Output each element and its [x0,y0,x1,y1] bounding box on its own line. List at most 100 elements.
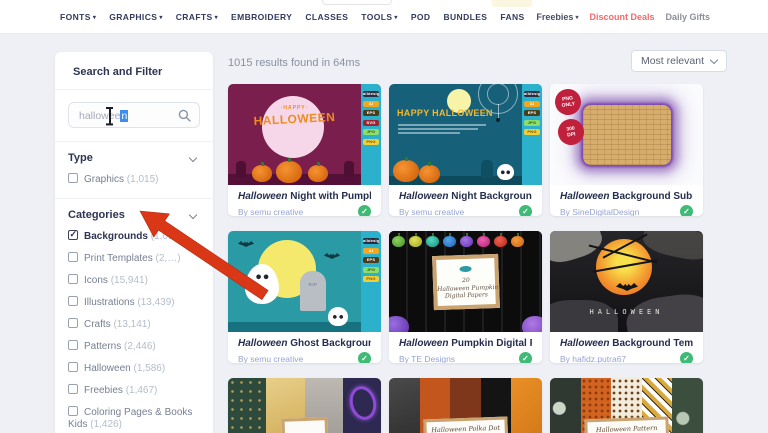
checkbox[interactable] [68,274,78,284]
product-title[interactable]: Halloween Pumpkin Digital Papers [399,338,532,349]
product-thumbnail[interactable]: RIP alldesign AI EPS JPG PNG [228,231,381,332]
product-thumbnail[interactable]: 20 Halloween Pumpkin Digital Papers [389,231,542,332]
thumb-text: HAPPY HALLOWEEN [397,108,493,118]
skull-graphic [328,307,348,326]
thumb-text: Digital Papers [444,290,488,300]
pattern-panel [511,378,542,433]
product-author[interactable]: By TE Designs [399,354,455,364]
product-thumbnail[interactable]: Halloween Polka Dot [389,378,542,433]
product-thumbnail[interactable]: ·HAPPY· HALLOWEEN alldesign AI EPS SVG J… [228,84,381,185]
bat-graphic [324,253,340,259]
nav-daily-gifts[interactable]: Daily Gifts [665,12,710,22]
pumpkin-graphic [426,233,439,247]
nav-classes[interactable]: CLASSES [305,12,348,22]
category-item-crafts[interactable]: Crafts (13,141) [68,318,200,331]
nav-embroidery[interactable]: EMBROIDERY [231,12,292,22]
chevron-down-icon [709,55,719,65]
pumpkin-graphic [460,233,473,247]
sort-dropdown[interactable]: Most relevant [630,50,727,72]
product-thumbnail[interactable]: PNG ONLY 300 DPI [550,84,703,185]
nav-bundles[interactable]: BUNDLES [443,12,487,22]
product-card-partial[interactable]: Halloween Pattern [550,378,703,433]
thumb-label-card [280,417,329,433]
category-item-illustrations[interactable]: Illustrations (13,439) [68,296,200,309]
checkbox[interactable] [68,384,78,394]
product-card[interactable]: RIP alldesign AI EPS JPG PNG Halloween G… [228,231,381,363]
chevron-down-icon[interactable] [188,210,198,220]
format-badge: PNG [363,276,379,282]
type-section-title: Type [68,152,93,164]
pumpkin-graphic [393,157,419,182]
category-item-icons[interactable]: Icons (15,941) [68,274,200,287]
chevron-down-icon[interactable] [188,153,198,163]
product-author[interactable]: By semu creative [238,207,303,217]
product-author[interactable]: By SineDigitalDesign [560,207,639,217]
format-badge: JPG [524,119,540,126]
category-item-coloring-pages[interactable]: Coloring Pages & Books Kids (1,426) [68,406,200,431]
nav-freebies[interactable]: Freebies [536,12,578,22]
categories-section-title: Categories [68,209,125,221]
product-thumbnail[interactable]: HALLOWEEN [550,231,703,332]
product-card-partial[interactable]: Halloween Polka Dot [389,378,542,433]
thumb-label-card: Halloween Polka Dot [422,416,509,433]
type-item-graphics[interactable]: Graphics (1,015) [68,173,200,186]
product-card[interactable]: ·HAPPY· HALLOWEEN alldesign AI EPS SVG J… [228,84,381,216]
search-section: halloween [55,90,213,142]
text-cursor-icon [105,107,114,125]
product-title[interactable]: Halloween Ghost Background [238,338,371,349]
product-card[interactable]: 20 Halloween Pumpkin Digital Papers Hall… [389,231,542,363]
product-thumbnail[interactable] [228,378,381,433]
product-title[interactable]: Halloween Night with Pumpkin [238,191,371,202]
nav-graphics[interactable]: GRAPHICS [109,12,163,22]
nav-pod[interactable]: POD [411,12,431,22]
checkbox[interactable] [68,252,78,262]
search-icon[interactable] [178,109,191,122]
checkbox[interactable] [68,173,78,183]
pumpkin-graphic [494,233,507,247]
product-card-partial[interactable] [228,378,381,433]
collage-panel [228,378,267,433]
category-item-freebies[interactable]: Freebies (1,467) [68,384,200,397]
filter-sidebar: Search and Filter halloween Type Graphic… [55,52,213,433]
checkbox[interactable] [68,340,78,350]
product-author[interactable]: By semu creative [399,207,464,217]
category-item-halloween[interactable]: Halloween (1,586) [68,362,200,375]
product-title[interactable]: Halloween Night Background wit... [399,191,532,202]
product-author[interactable]: By hafidz.putra67 [560,354,626,364]
nav-tools[interactable]: TOOLS [361,12,398,22]
product-title[interactable]: Halloween Background Template [560,338,693,349]
nav-fonts[interactable]: FONTS [60,12,96,22]
search-input[interactable]: halloween [68,102,200,128]
product-thumbnail[interactable]: HAPPY HALLOWEEN alldesign AI EPS JPG PNG [389,84,542,185]
oval-frame-graphic [346,383,380,423]
nav-fans[interactable]: FANS [500,12,524,22]
skull-graphic [497,164,514,180]
format-badge: alldesign [524,91,540,97]
category-item-print-templates[interactable]: Print Templates (2,…) [68,252,200,265]
category-item-backgrounds[interactable]: Backgrounds (1,015) [68,228,200,243]
png-only-badge: PNG ONLY [553,87,583,117]
format-badge: EPS [363,257,379,263]
checkbox[interactable] [68,318,78,328]
category-item-patterns[interactable]: Patterns (2,446) [68,340,200,353]
checkbox[interactable] [68,362,78,372]
type-filter-section: Type Graphics (1,015) [55,142,213,199]
nav-discount-deals[interactable]: Discount Deals [589,12,654,22]
checkbox[interactable] [68,406,78,416]
thumb-text: HALLOWEEN [589,308,664,316]
pumpkin-graphic [252,162,272,182]
product-card[interactable]: HALLOWEEN Halloween Background Template … [550,231,703,363]
product-title[interactable]: Halloween Background Sublimati... [560,191,693,202]
checkbox[interactable] [68,296,78,306]
product-thumbnail[interactable]: Halloween Pattern [550,378,703,433]
product-card[interactable]: HAPPY HALLOWEEN alldesign AI EPS JPG PNG [389,84,542,216]
product-author[interactable]: By semu creative [238,354,303,364]
product-card[interactable]: PNGONLY 300DPI Halloween Background Subl… [550,84,703,216]
main-nav: FONTS GRAPHICS CRAFTS EMBROIDERY CLASSES… [60,0,525,34]
pumpkin-graphic [522,316,542,332]
secondary-nav: Freebies Discount Deals Daily Gifts [536,0,710,34]
nav-crafts[interactable]: CRAFTS [176,12,218,22]
checkbox-checked[interactable] [68,228,78,240]
thumb-label-card: Halloween Pattern [583,416,670,433]
thumb-label-card: 20 Halloween Pumpkin Digital Papers [431,253,500,310]
